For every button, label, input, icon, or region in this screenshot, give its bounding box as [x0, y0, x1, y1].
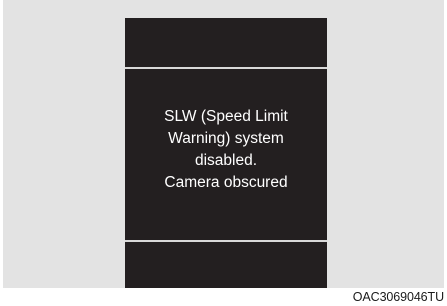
warning-message: SLW (Speed Limit Warning) system disable… — [125, 106, 327, 194]
message-line-2: Warning) system — [168, 130, 284, 147]
message-line-1: SLW (Speed Limit — [164, 108, 288, 125]
cluster-display: SLW (Speed Limit Warning) system disable… — [125, 18, 327, 288]
figure-code: OAC3069046TU — [352, 290, 444, 304]
top-divider — [125, 67, 327, 69]
message-line-4: Camera obscured — [164, 174, 288, 191]
bottom-divider — [125, 240, 327, 242]
message-line-3: disabled. — [194, 152, 258, 169]
